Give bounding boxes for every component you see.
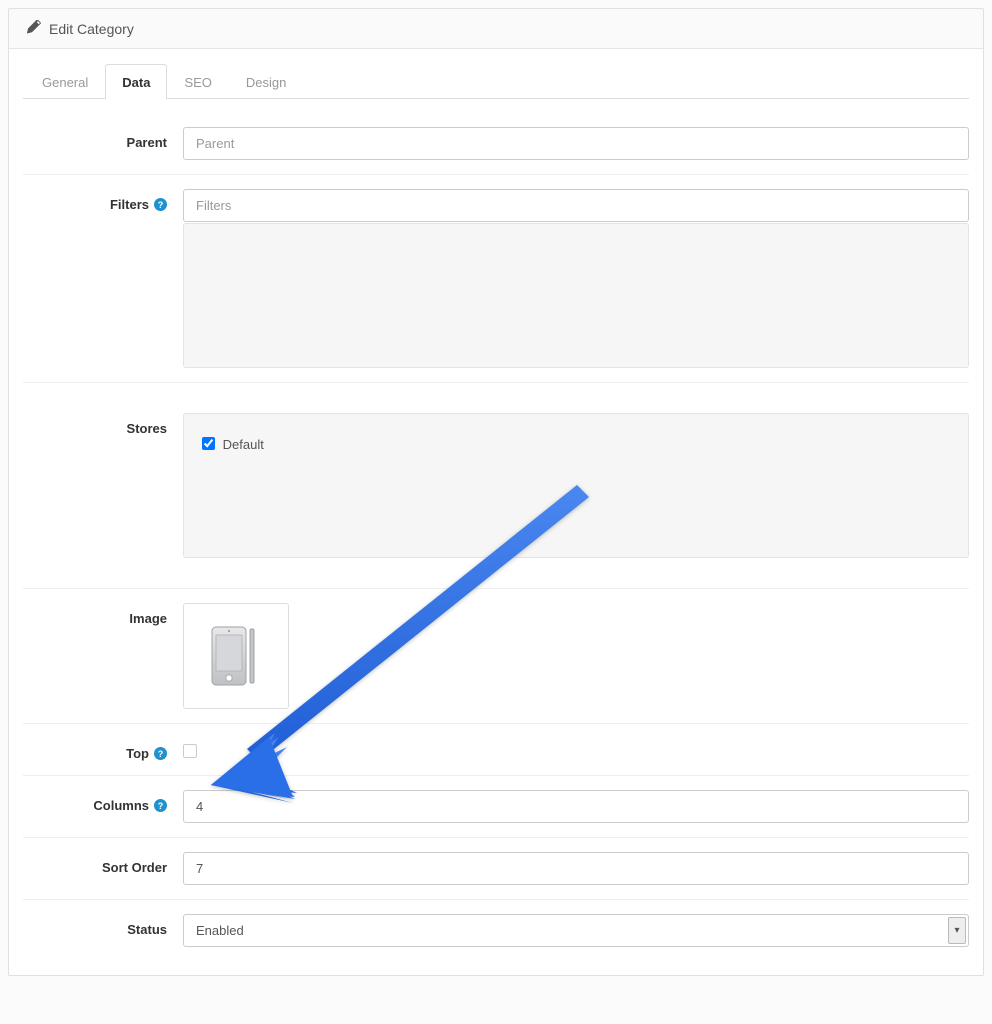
label-stores: Stores (23, 413, 183, 436)
stores-well: Default (183, 413, 969, 558)
status-select[interactable]: Enabled (183, 914, 969, 947)
parent-input[interactable] (183, 127, 969, 160)
label-filters: Filters ? (23, 189, 183, 212)
panel-body: General Data SEO Design Parent Filters ? (9, 49, 983, 975)
panel-header: Edit Category (9, 9, 983, 49)
product-image-icon (206, 621, 266, 691)
row-top: Top ? (23, 724, 969, 776)
label-columns: Columns ? (23, 790, 183, 813)
tabs: General Data SEO Design (23, 63, 969, 99)
label-parent: Parent (23, 127, 183, 150)
row-sort-order: Sort Order (23, 838, 969, 900)
tab-data[interactable]: Data (105, 64, 167, 99)
stores-default-checkbox[interactable] (202, 437, 215, 450)
filters-input[interactable] (183, 189, 969, 222)
label-status: Status (23, 914, 183, 937)
help-icon[interactable]: ? (154, 747, 167, 760)
tab-seo[interactable]: SEO (167, 64, 228, 99)
help-icon[interactable]: ? (154, 799, 167, 812)
row-stores: Stores Default (23, 383, 969, 589)
columns-input[interactable] (183, 790, 969, 823)
row-columns: Columns ? (23, 776, 969, 838)
row-image: Image (23, 589, 969, 724)
row-parent: Parent (23, 99, 969, 175)
stores-default-option[interactable]: Default (198, 437, 264, 452)
panel-title: Edit Category (49, 21, 134, 37)
label-sort-order: Sort Order (23, 852, 183, 875)
edit-category-panel: Edit Category General Data SEO Design Pa… (8, 8, 984, 976)
help-icon[interactable]: ? (154, 198, 167, 211)
pencil-icon (27, 20, 49, 37)
row-filters: Filters ? (23, 175, 969, 383)
row-status: Status Enabled ▾ (23, 900, 969, 961)
label-image: Image (23, 603, 183, 626)
tab-general[interactable]: General (25, 64, 105, 99)
image-thumbnail[interactable] (183, 603, 289, 709)
filters-well[interactable] (183, 223, 969, 368)
top-checkbox[interactable] (183, 744, 197, 758)
label-top: Top ? (23, 738, 183, 761)
tab-design[interactable]: Design (229, 64, 303, 99)
sort-order-input[interactable] (183, 852, 969, 885)
